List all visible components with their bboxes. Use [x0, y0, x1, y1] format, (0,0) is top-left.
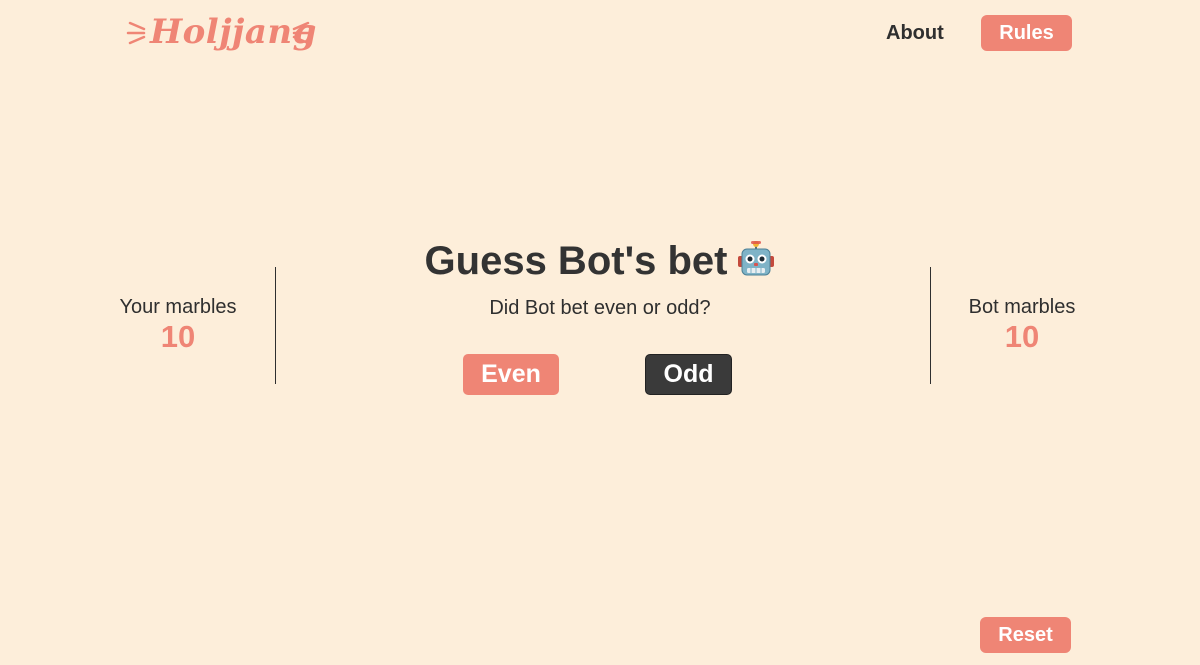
robot-icon	[738, 241, 775, 276]
player-marbles-count: 10	[160, 319, 196, 354]
page-title-text: Guess Bot's bet	[424, 239, 728, 283]
even-button[interactable]: Even	[463, 354, 559, 395]
player-marbles-label: Your marbles	[119, 296, 237, 318]
nav-about-link[interactable]: About	[886, 20, 944, 46]
logo-rays-left-icon	[126, 21, 146, 45]
bet-question: Did Bot bet even or odd?	[489, 297, 711, 319]
bot-marbles-count: 10	[1004, 319, 1040, 354]
player-score: Your marbles 10	[78, 294, 278, 354]
page-title: Guess Bot's bet	[300, 234, 900, 288]
logo[interactable]: Holjjang	[126, 8, 316, 58]
nav-rules-button[interactable]: Rules	[981, 15, 1072, 51]
odd-button[interactable]: Odd	[645, 354, 732, 395]
bot-marbles-label: Bot marbles	[968, 296, 1076, 318]
left-divider	[275, 267, 276, 384]
reset-button[interactable]: Reset	[980, 617, 1071, 653]
bot-score: Bot marbles 10	[922, 294, 1122, 354]
logo-rays-right-icon	[292, 21, 312, 45]
